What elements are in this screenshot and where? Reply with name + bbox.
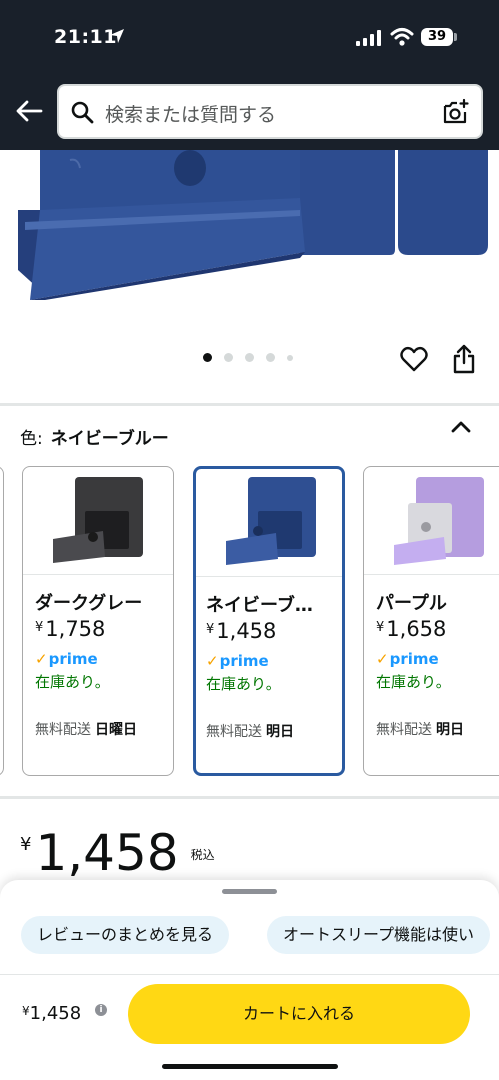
product-image[interactable]	[0, 150, 499, 320]
option-name: パープル	[376, 593, 447, 614]
sheet-grabber[interactable]	[222, 889, 277, 894]
prime-check-icon: ✓	[376, 650, 389, 668]
chevron-up-icon[interactable]	[450, 419, 472, 435]
header-bar: 21:11 39 検索または質問する	[0, 0, 499, 150]
prime-check-icon: ✓	[35, 650, 48, 668]
battery-tip	[454, 33, 457, 41]
shipping-info: 無料配送 日曜日	[35, 722, 137, 738]
pagination-dot-active[interactable]	[203, 353, 212, 362]
option-price: ¥1,758	[35, 617, 106, 641]
prime-badge: ✓prime	[376, 650, 439, 668]
pagination-dot[interactable]	[287, 354, 293, 361]
section-divider	[0, 403, 499, 406]
tax-note: 税込	[190, 848, 215, 862]
option-name: ダークグレー	[35, 593, 143, 614]
image-pagination-dots	[203, 353, 293, 362]
shipping-info: 無料配送 明日	[376, 722, 464, 738]
bottom-price: ¥1,458	[22, 1003, 82, 1024]
color-option-partial[interactable]	[0, 466, 4, 776]
ipad-case-illustration	[18, 150, 488, 300]
color-label-prefix: 色:	[20, 429, 43, 449]
info-icon[interactable]: i	[95, 1004, 107, 1016]
section-divider	[0, 796, 499, 799]
home-indicator	[162, 1064, 338, 1069]
stock-status: 在庫あり。	[35, 673, 110, 691]
location-arrow-icon	[110, 29, 124, 43]
search-placeholder: 検索または質問する	[105, 104, 277, 126]
swatch-thumbnail	[364, 467, 499, 575]
share-icon[interactable]	[452, 344, 476, 374]
pagination-dot[interactable]	[266, 353, 275, 362]
bottom-sheet: レビューのまとめを見る オートスリープ機能は使い ¥1,458 i カートに入れ…	[0, 880, 499, 1080]
search-icon	[71, 101, 94, 124]
option-price: ¥1,658	[376, 617, 447, 641]
prime-badge: ✓prime	[206, 652, 269, 670]
signal-icon	[356, 30, 381, 46]
color-option-purple[interactable]: パープル ¥1,658 ✓prime 在庫あり。 無料配送 明日	[363, 466, 499, 776]
selected-color-name: ネイビーブルー	[50, 429, 169, 449]
heart-icon[interactable]	[400, 346, 428, 372]
prime-check-icon: ✓	[206, 652, 219, 670]
option-price: ¥1,458	[206, 619, 277, 643]
question-chip[interactable]: オートスリープ機能は使い	[267, 916, 491, 954]
price-amount: 1,458	[35, 824, 179, 882]
prime-badge: ✓prime	[35, 650, 98, 668]
review-summary-chip[interactable]: レビューのまとめを見る	[21, 916, 230, 954]
sheet-divider	[0, 974, 499, 975]
price-currency: ¥	[20, 834, 32, 855]
color-option-dark-gray[interactable]: ダークグレー ¥1,758 ✓prime 在庫あり。 無料配送 日曜日	[22, 466, 174, 776]
pagination-dot[interactable]	[224, 353, 233, 362]
camera-search-icon[interactable]	[441, 98, 469, 126]
swatch-thumbnail	[23, 467, 173, 575]
swatch-thumbnail	[196, 469, 342, 577]
wifi-icon	[390, 28, 414, 46]
search-input[interactable]: 検索または質問する	[57, 84, 483, 139]
back-arrow-icon[interactable]	[14, 96, 44, 126]
color-selector-label: 色: ネイビーブルー	[20, 424, 169, 449]
pagination-dot[interactable]	[245, 353, 254, 362]
color-option-navy-blue[interactable]: ネイビーブ… ¥1,458 ✓prime 在庫あり。 無料配送 明日	[193, 466, 345, 776]
product-price: ¥ 1,458 税込	[20, 826, 215, 880]
shipping-info: 無料配送 明日	[206, 724, 294, 740]
stock-status: 在庫あり。	[376, 673, 451, 691]
add-to-cart-button[interactable]: カートに入れる	[128, 984, 470, 1044]
stock-status: 在庫あり。	[206, 675, 281, 693]
option-name: ネイビーブ…	[206, 595, 313, 616]
product-page: 21:11 39 検索または質問する 色: ネイビーブルー ダークグレー ¥1,…	[0, 0, 499, 1080]
battery-level: 39	[421, 28, 453, 46]
